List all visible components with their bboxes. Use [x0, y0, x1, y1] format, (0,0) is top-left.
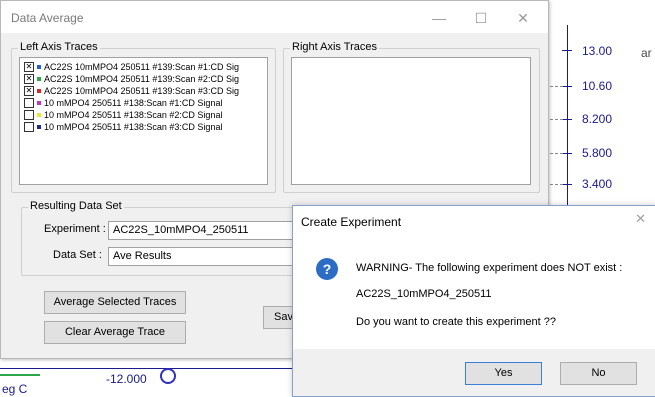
maximize-button[interactable]: ☐: [463, 7, 499, 29]
experiment-label: Experiment :: [44, 223, 106, 235]
dataset-label: Data Set :: [53, 249, 102, 261]
trace-label: AC22S 10mMPO4 250511 #139:Scan #2:CD Sig: [44, 74, 239, 84]
y-tick: [562, 50, 572, 51]
y-tick: [562, 153, 572, 154]
trace-checkbox[interactable]: [24, 122, 34, 132]
trace-label: 10 mMPO4 250511 #138:Scan #2:CD Signal: [44, 110, 223, 120]
trace-item[interactable]: 10 mMPO4 250511 #138:Scan #2:CD Signal: [24, 109, 222, 121]
trace-color-swatch: [37, 65, 41, 69]
left-traces-list[interactable]: ✕ AC22S 10mMPO4 250511 #139:Scan #1:CD Si…: [19, 57, 268, 185]
axis-side-label: ar: [641, 46, 652, 60]
dataset-field[interactable]: Ave Results: [108, 247, 300, 266]
trace-checkbox[interactable]: ✕: [24, 74, 34, 84]
trace-label: 10 mMPO4 250511 #138:Scan #3:CD Signal: [44, 122, 223, 132]
close-icon[interactable]: ✕: [635, 211, 646, 227]
green-trace-line: [0, 374, 40, 376]
right-traces-list[interactable]: [291, 57, 531, 185]
right-axis-traces-group: Right Axis Traces: [283, 41, 540, 193]
y-tick: [562, 119, 572, 120]
trace-item[interactable]: ✕ AC22S 10mMPO4 250511 #139:Scan #3:CD Si…: [24, 85, 239, 97]
y-tick: [562, 184, 572, 185]
trace-checkbox[interactable]: [24, 98, 34, 108]
dialog-title: Data Average: [11, 11, 84, 25]
question-text: Do you want to create this experiment ??: [356, 316, 556, 328]
trace-checkbox[interactable]: ✕: [24, 86, 34, 96]
trace-checkbox[interactable]: [24, 110, 34, 120]
y-tick-label: 3.400: [582, 177, 613, 191]
clear-average-trace-button[interactable]: Clear Average Trace: [44, 321, 186, 344]
trace-color-swatch: [37, 125, 41, 129]
group-label: Right Axis Traces: [290, 41, 379, 53]
y-tick-label: 8.200: [582, 112, 613, 126]
group-label: Resulting Data Set: [28, 200, 124, 212]
trace-checkbox[interactable]: ✕: [24, 62, 34, 72]
trace-label: 10 mMPO4 250511 #138:Scan #1:CD Signal: [44, 98, 223, 108]
trace-item[interactable]: 10 mMPO4 250511 #138:Scan #3:CD Signal: [24, 121, 222, 133]
x-axis-line: [0, 368, 320, 369]
trace-color-swatch: [37, 77, 41, 81]
no-button[interactable]: No: [560, 362, 637, 385]
create-experiment-dialog: Create Experiment ✕ ? WARNING- The follo…: [292, 205, 655, 397]
y-tick-label: 10.60: [582, 79, 613, 93]
left-axis-traces-group: Left Axis Traces ✕ AC22S 10mMPO4 250511 #…: [11, 41, 276, 193]
question-icon: ?: [316, 258, 338, 280]
experiment-field[interactable]: AC22S_10mMPO4_250511: [108, 221, 300, 240]
trace-color-swatch: [37, 113, 41, 117]
resulting-data-set-group: Resulting Data Set Experiment : AC22S_10…: [21, 200, 300, 276]
yes-button[interactable]: Yes: [465, 362, 542, 385]
cursor-marker: [160, 368, 176, 384]
bottom-axis-value: -12.000: [106, 372, 147, 386]
trace-item[interactable]: ✕ AC22S 10mMPO4 250511 #139:Scan #1:CD Si…: [24, 61, 239, 73]
trace-label: AC22S 10mMPO4 250511 #139:Scan #1:CD Sig: [44, 62, 239, 72]
close-button[interactable]: ✕: [505, 7, 541, 29]
trace-color-swatch: [37, 101, 41, 105]
trace-item[interactable]: ✕ AC22S 10mMPO4 250511 #139:Scan #2:CD Si…: [24, 73, 239, 85]
trace-label: AC22S 10mMPO4 250511 #139:Scan #3:CD Sig: [44, 86, 239, 96]
y-tick-label: 5.800: [582, 146, 613, 160]
average-selected-traces-button[interactable]: Average Selected Traces: [44, 291, 186, 314]
title-bar: Data Average — ☐ ✕: [1, 1, 548, 33]
trace-color-swatch: [37, 89, 41, 93]
warning-text: WARNING- The following experiment does N…: [356, 262, 623, 274]
dialog-title: Create Experiment: [301, 215, 402, 229]
y-tick: [562, 86, 572, 87]
trace-item[interactable]: 10 mMPO4 250511 #138:Scan #1:CD Signal: [24, 97, 222, 109]
y-tick-label: 13.00: [582, 44, 613, 58]
bottom-left-label: eg C: [2, 382, 28, 396]
minimize-button[interactable]: —: [421, 7, 457, 29]
group-label: Left Axis Traces: [18, 41, 100, 53]
experiment-name-text: AC22S_10mMPO4_250511: [356, 288, 492, 300]
